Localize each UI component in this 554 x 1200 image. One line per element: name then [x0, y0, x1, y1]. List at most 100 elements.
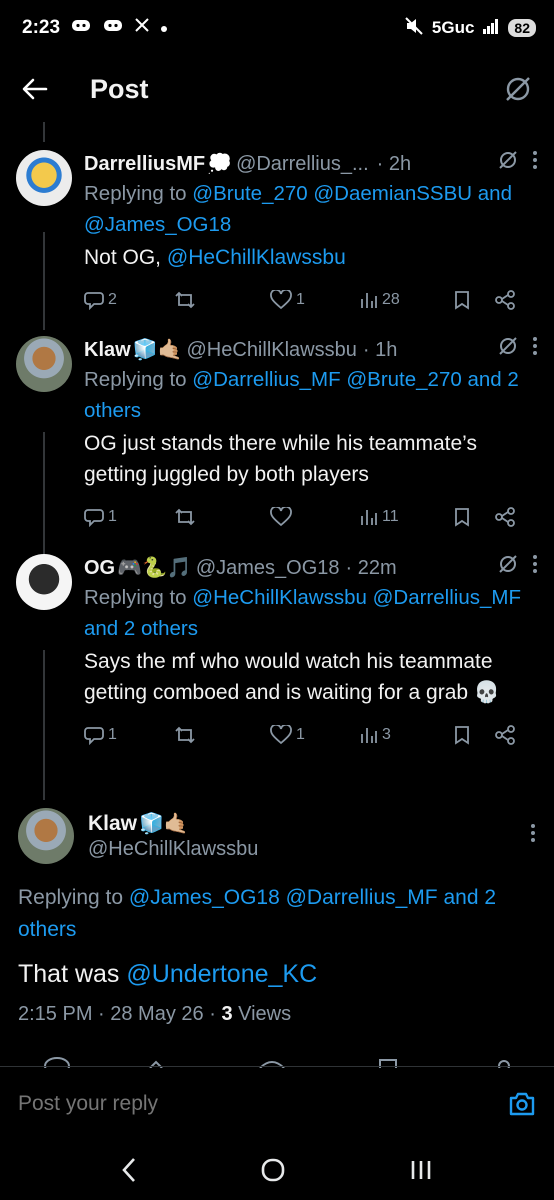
mention-link[interactable]: @Undertone_KC: [126, 960, 317, 988]
tweet-text-plain: That was: [18, 960, 120, 988]
share-button[interactable]: [494, 725, 516, 745]
mention-link[interactable]: @James_OG18: [84, 213, 231, 236]
reply-icon: [84, 509, 104, 527]
thread-connector: [43, 432, 45, 558]
views-icon: [361, 293, 377, 308]
reply-tweet[interactable]: Klaw 🧊🤙🏼 @HeChillKlawssbu · 1h Replying …: [0, 336, 554, 554]
nav-home-icon[interactable]: [260, 1157, 286, 1183]
more-options-icon[interactable]: [532, 554, 538, 582]
reply-button[interactable]: 2: [84, 290, 174, 310]
like-button[interactable]: [270, 507, 360, 527]
author-emoji: 🧊🤙🏼: [132, 339, 183, 361]
share-icon: [495, 725, 515, 745]
status-bar: 2:23 5Guc 82: [0, 0, 554, 56]
grok-icon[interactable]: [498, 554, 518, 582]
repost-button[interactable]: [174, 725, 270, 745]
more-options-icon[interactable]: [530, 823, 536, 849]
tweet-text: That was @Undertone_KC: [18, 960, 536, 989]
battery-indicator: 82: [508, 19, 536, 37]
reply-button[interactable]: 1: [84, 507, 174, 527]
reply-tweet[interactable]: DarrelliusMF 💭 @Darrellius_... · 2h Repl…: [0, 150, 554, 338]
mention-link[interactable]: @HeChillKlawssbu: [192, 586, 367, 609]
timestamp-text: 2:15 PM · 28 May 26 ·: [18, 1003, 216, 1025]
author-name[interactable]: DarrelliusMF: [84, 150, 205, 178]
author-handle[interactable]: @HeChillKlawssbu: [88, 838, 516, 861]
post-time: · 2h: [376, 153, 412, 175]
views-button[interactable]: 28: [360, 291, 454, 309]
mention-link[interactable]: @HeChillKlawssbu: [167, 246, 346, 269]
post-time: · 1h: [362, 339, 398, 361]
tweet-text-plain: OG just stands there while his teammate’…: [84, 432, 477, 486]
grok-icon[interactable]: [498, 150, 518, 178]
mention-link[interactable]: @Brute_270 @DaemianSSBU: [192, 182, 472, 205]
discord-icon: [102, 17, 124, 39]
status-time: 2:23: [22, 17, 61, 38]
share-icon: [495, 507, 515, 527]
avatar[interactable]: [16, 336, 72, 392]
repost-button[interactable]: [174, 507, 270, 527]
author-name[interactable]: Klaw: [88, 812, 137, 836]
reply-input[interactable]: [18, 1091, 508, 1116]
back-arrow-icon[interactable]: [22, 78, 48, 100]
mention-link[interactable]: 2 others: [124, 617, 198, 640]
mention-and: and: [467, 368, 502, 391]
like-count: 1: [296, 291, 305, 308]
replying-prefix: Replying to: [18, 886, 124, 909]
signal-icon: [482, 18, 500, 39]
repost-button[interactable]: [174, 290, 270, 310]
avatar[interactable]: [18, 808, 74, 864]
reply-count: 2: [108, 291, 117, 308]
author-name[interactable]: Klaw: [84, 336, 131, 364]
reply-composer: [0, 1066, 554, 1140]
grok-icon[interactable]: [504, 75, 532, 103]
replying-to: Replying to @Darrellius_MF @Brute_270 an…: [84, 364, 538, 426]
view-count: 28: [382, 291, 400, 308]
tweet-text: Not OG, @HeChillKlawssbu: [84, 242, 538, 273]
like-button[interactable]: 1: [270, 725, 360, 745]
notification-dot-icon: [160, 17, 168, 39]
bookmark-button[interactable]: [454, 507, 494, 527]
author-handle[interactable]: @James_OG18: [196, 554, 340, 582]
avatar[interactable]: [16, 150, 72, 206]
grok-icon[interactable]: [498, 336, 518, 364]
author-handle[interactable]: @HeChillKlawssbu: [187, 336, 357, 364]
bookmark-button[interactable]: [454, 290, 494, 310]
heart-icon: [270, 507, 292, 527]
top-app-bar: Post: [0, 56, 554, 122]
mute-icon: [404, 16, 424, 40]
tweet-text-plain: Says the mf who would watch his teammate…: [84, 650, 501, 704]
replying-prefix: Replying to: [84, 586, 187, 609]
reply-tweet[interactable]: OG 🎮🐍🎵 @James_OG18 · 22m Replying to @He…: [0, 554, 554, 802]
author-handle[interactable]: @Darrellius_...: [236, 150, 369, 178]
focused-tweet: Klaw 🧊🤙🏼 @HeChillKlawssbu Replying to @J…: [0, 808, 554, 1026]
tweet-text: OG just stands there while his teammate’…: [84, 428, 538, 490]
avatar[interactable]: [16, 554, 72, 610]
nav-back-icon[interactable]: [121, 1157, 137, 1183]
x-logo-icon: [134, 17, 150, 39]
view-count: 11: [382, 508, 399, 525]
like-button[interactable]: 1: [270, 290, 360, 310]
system-navigation-bar: [0, 1140, 554, 1200]
mention-link[interactable]: @Darrellius_MF @Brute_270: [192, 368, 462, 391]
views-icon: [361, 728, 377, 743]
views-button[interactable]: 3: [360, 726, 454, 744]
nav-recents-icon[interactable]: [409, 1159, 433, 1181]
share-button[interactable]: [494, 290, 516, 310]
more-options-icon[interactable]: [532, 150, 538, 178]
bookmark-button[interactable]: [454, 725, 494, 745]
views-icon: [361, 510, 377, 525]
reply-button[interactable]: 1: [84, 725, 174, 745]
tweet-text: Says the mf who would watch his teammate…: [84, 646, 538, 708]
camera-icon[interactable]: [508, 1091, 536, 1117]
author-emoji: 💭: [207, 153, 233, 175]
page-title: Post: [90, 73, 149, 104]
views-count: 3: [221, 1003, 233, 1025]
author-name[interactable]: OG: [84, 554, 115, 582]
reply-count: 1: [108, 726, 117, 743]
views-button[interactable]: 11: [360, 508, 454, 526]
reply-thread: DarrelliusMF 💭 @Darrellius_... · 2h Repl…: [0, 122, 554, 802]
thread-connector: [43, 650, 45, 800]
share-button[interactable]: [494, 507, 516, 527]
tweet-timestamp: 2:15 PM · 28 May 26 · 3 Views: [18, 1003, 536, 1026]
more-options-icon[interactable]: [532, 336, 538, 364]
